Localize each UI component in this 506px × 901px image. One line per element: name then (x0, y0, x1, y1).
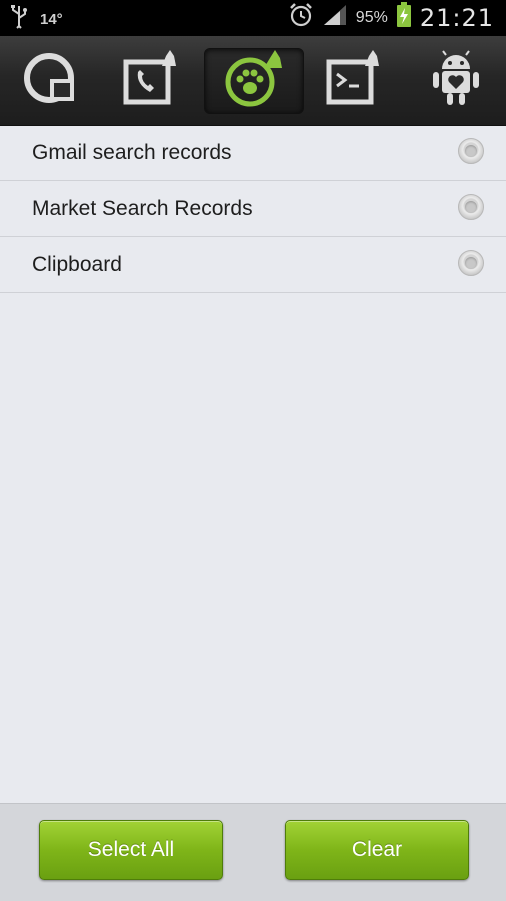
sms-cleaner-icon (325, 49, 385, 111)
clock-time: 21:21 (419, 3, 494, 32)
tab-sms-cleaner[interactable] (306, 48, 404, 112)
list-item[interactable]: Gmail search records (0, 125, 506, 181)
list-item-label: Clipboard (32, 253, 122, 276)
usb-icon (10, 4, 28, 35)
history-list: Gmail search records Market Search Recor… (0, 125, 506, 293)
action-bar: Select All Clear (0, 803, 506, 901)
temperature-text: 14° (40, 11, 63, 28)
radio-button[interactable] (458, 194, 484, 220)
signal-icon (322, 3, 348, 32)
tab-android-app[interactable] (407, 48, 505, 112)
select-all-button[interactable]: Select All (39, 820, 223, 880)
tab-cache-cleaner[interactable] (1, 48, 99, 112)
android-app-icon (428, 49, 484, 112)
cache-cleaner-icon (22, 52, 78, 109)
call-log-cleaner-icon (122, 49, 182, 111)
battery-percent: 95% (355, 8, 388, 26)
radio-button[interactable] (458, 138, 484, 164)
list-item-label: Market Search Records (32, 197, 253, 220)
list-item[interactable]: Market Search Records (0, 181, 506, 237)
clear-button[interactable]: Clear (285, 820, 469, 880)
list-item-label: Gmail search records (32, 141, 232, 164)
list-item[interactable]: Clipboard (0, 237, 506, 293)
radio-button[interactable] (458, 250, 484, 276)
tab-call-log-cleaner[interactable] (103, 48, 201, 112)
history-cleaner-icon (222, 49, 286, 113)
tab-history-cleaner[interactable] (204, 48, 304, 114)
alarm-icon (288, 2, 314, 33)
battery-charging-icon (396, 2, 412, 33)
status-bar: 14° 95% 21:21 (0, 0, 506, 36)
tab-toolbar (0, 36, 506, 126)
